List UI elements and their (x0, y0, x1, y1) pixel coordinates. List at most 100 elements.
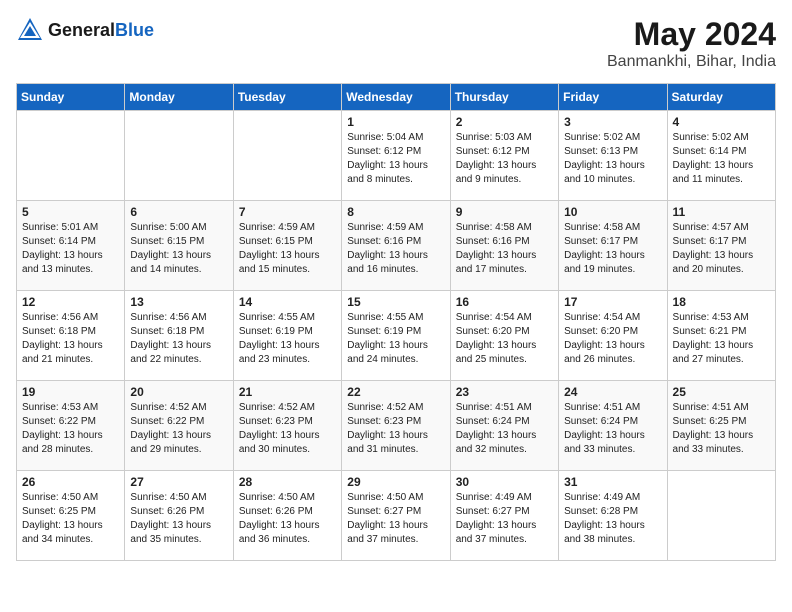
sunset-label: Sunset: 6:12 PM (456, 146, 530, 157)
calendar-cell (667, 471, 775, 561)
calendar-cell (17, 111, 125, 201)
day-number: 28 (239, 475, 336, 489)
sunset-label: Sunset: 6:20 PM (564, 326, 638, 337)
day-number: 13 (130, 295, 227, 309)
sunrise-label: Sunrise: 5:01 AM (22, 222, 98, 233)
daylight-label: Daylight: 13 hours and 10 minutes. (564, 160, 645, 185)
day-number: 18 (673, 295, 770, 309)
day-info: Sunrise: 4:54 AM Sunset: 6:20 PM Dayligh… (564, 311, 661, 367)
sunrise-label: Sunrise: 5:03 AM (456, 132, 532, 143)
sunset-label: Sunset: 6:18 PM (130, 326, 204, 337)
calendar-cell (125, 111, 233, 201)
logo-icon (16, 16, 44, 44)
calendar-cell: 12 Sunrise: 4:56 AM Sunset: 6:18 PM Dayl… (17, 291, 125, 381)
sunrise-label: Sunrise: 5:00 AM (130, 222, 206, 233)
day-info: Sunrise: 4:56 AM Sunset: 6:18 PM Dayligh… (22, 311, 119, 367)
sunrise-label: Sunrise: 4:49 AM (456, 492, 532, 503)
daylight-label: Daylight: 13 hours and 29 minutes. (130, 430, 211, 455)
logo-general: General (48, 20, 115, 40)
daylight-label: Daylight: 13 hours and 25 minutes. (456, 340, 537, 365)
daylight-label: Daylight: 13 hours and 13 minutes. (22, 250, 103, 275)
day-info: Sunrise: 4:49 AM Sunset: 6:27 PM Dayligh… (456, 491, 553, 547)
sunrise-label: Sunrise: 5:04 AM (347, 132, 423, 143)
day-number: 11 (673, 205, 770, 219)
day-info: Sunrise: 4:50 AM Sunset: 6:27 PM Dayligh… (347, 491, 444, 547)
daylight-label: Daylight: 13 hours and 8 minutes. (347, 160, 428, 185)
calendar-table: SundayMondayTuesdayWednesdayThursdayFrid… (16, 83, 776, 561)
day-info: Sunrise: 4:50 AM Sunset: 6:26 PM Dayligh… (130, 491, 227, 547)
sunrise-label: Sunrise: 4:54 AM (564, 312, 640, 323)
daylight-label: Daylight: 13 hours and 21 minutes. (22, 340, 103, 365)
sunrise-label: Sunrise: 4:50 AM (239, 492, 315, 503)
sunrise-label: Sunrise: 4:51 AM (564, 402, 640, 413)
day-number: 25 (673, 385, 770, 399)
daylight-label: Daylight: 13 hours and 17 minutes. (456, 250, 537, 275)
sunrise-label: Sunrise: 4:59 AM (239, 222, 315, 233)
day-number: 19 (22, 385, 119, 399)
day-number: 17 (564, 295, 661, 309)
sunrise-label: Sunrise: 4:53 AM (673, 312, 749, 323)
sunset-label: Sunset: 6:16 PM (456, 236, 530, 247)
calendar-cell: 29 Sunrise: 4:50 AM Sunset: 6:27 PM Dayl… (342, 471, 450, 561)
day-info: Sunrise: 4:50 AM Sunset: 6:26 PM Dayligh… (239, 491, 336, 547)
day-info: Sunrise: 4:58 AM Sunset: 6:17 PM Dayligh… (564, 221, 661, 277)
day-info: Sunrise: 4:59 AM Sunset: 6:16 PM Dayligh… (347, 221, 444, 277)
sunset-label: Sunset: 6:24 PM (456, 416, 530, 427)
calendar-cell: 11 Sunrise: 4:57 AM Sunset: 6:17 PM Dayl… (667, 201, 775, 291)
day-info: Sunrise: 5:04 AM Sunset: 6:12 PM Dayligh… (347, 131, 444, 187)
sunrise-label: Sunrise: 4:59 AM (347, 222, 423, 233)
day-info: Sunrise: 4:50 AM Sunset: 6:25 PM Dayligh… (22, 491, 119, 547)
daylight-label: Daylight: 13 hours and 38 minutes. (564, 520, 645, 545)
calendar-cell: 15 Sunrise: 4:55 AM Sunset: 6:19 PM Dayl… (342, 291, 450, 381)
calendar-cell: 14 Sunrise: 4:55 AM Sunset: 6:19 PM Dayl… (233, 291, 341, 381)
calendar-cell: 1 Sunrise: 5:04 AM Sunset: 6:12 PM Dayli… (342, 111, 450, 201)
daylight-label: Daylight: 13 hours and 31 minutes. (347, 430, 428, 455)
calendar-cell: 10 Sunrise: 4:58 AM Sunset: 6:17 PM Dayl… (559, 201, 667, 291)
sunset-label: Sunset: 6:15 PM (130, 236, 204, 247)
day-number: 10 (564, 205, 661, 219)
calendar-cell: 27 Sunrise: 4:50 AM Sunset: 6:26 PM Dayl… (125, 471, 233, 561)
weekday-header-wednesday: Wednesday (342, 84, 450, 111)
day-number: 16 (456, 295, 553, 309)
weekday-header-thursday: Thursday (450, 84, 558, 111)
daylight-label: Daylight: 13 hours and 14 minutes. (130, 250, 211, 275)
day-info: Sunrise: 4:54 AM Sunset: 6:20 PM Dayligh… (456, 311, 553, 367)
sunset-label: Sunset: 6:25 PM (673, 416, 747, 427)
weekday-header-tuesday: Tuesday (233, 84, 341, 111)
day-number: 26 (22, 475, 119, 489)
day-number: 8 (347, 205, 444, 219)
sunset-label: Sunset: 6:25 PM (22, 506, 96, 517)
sunset-label: Sunset: 6:27 PM (456, 506, 530, 517)
day-info: Sunrise: 5:00 AM Sunset: 6:15 PM Dayligh… (130, 221, 227, 277)
day-number: 3 (564, 115, 661, 129)
sunrise-label: Sunrise: 4:58 AM (456, 222, 532, 233)
calendar-week-5: 26 Sunrise: 4:50 AM Sunset: 6:25 PM Dayl… (17, 471, 776, 561)
sunset-label: Sunset: 6:28 PM (564, 506, 638, 517)
calendar-cell: 8 Sunrise: 4:59 AM Sunset: 6:16 PM Dayli… (342, 201, 450, 291)
sunset-label: Sunset: 6:26 PM (239, 506, 313, 517)
sunrise-label: Sunrise: 5:02 AM (673, 132, 749, 143)
day-number: 12 (22, 295, 119, 309)
day-number: 5 (22, 205, 119, 219)
sunrise-label: Sunrise: 4:58 AM (564, 222, 640, 233)
calendar-cell: 21 Sunrise: 4:52 AM Sunset: 6:23 PM Dayl… (233, 381, 341, 471)
daylight-label: Daylight: 13 hours and 22 minutes. (130, 340, 211, 365)
daylight-label: Daylight: 13 hours and 19 minutes. (564, 250, 645, 275)
daylight-label: Daylight: 13 hours and 9 minutes. (456, 160, 537, 185)
day-info: Sunrise: 4:53 AM Sunset: 6:21 PM Dayligh… (673, 311, 770, 367)
calendar-cell: 3 Sunrise: 5:02 AM Sunset: 6:13 PM Dayli… (559, 111, 667, 201)
daylight-label: Daylight: 13 hours and 37 minutes. (347, 520, 428, 545)
logo-blue: Blue (115, 20, 154, 40)
sunrise-label: Sunrise: 4:50 AM (130, 492, 206, 503)
sunrise-label: Sunrise: 4:55 AM (347, 312, 423, 323)
sunrise-label: Sunrise: 4:51 AM (456, 402, 532, 413)
logo: GeneralBlue (16, 16, 154, 44)
title-section: May 2024 Banmankhi, Bihar, India (607, 16, 776, 71)
sunrise-label: Sunrise: 5:02 AM (564, 132, 640, 143)
calendar-cell: 24 Sunrise: 4:51 AM Sunset: 6:24 PM Dayl… (559, 381, 667, 471)
sunset-label: Sunset: 6:19 PM (347, 326, 421, 337)
sunset-label: Sunset: 6:18 PM (22, 326, 96, 337)
calendar-cell: 25 Sunrise: 4:51 AM Sunset: 6:25 PM Dayl… (667, 381, 775, 471)
daylight-label: Daylight: 13 hours and 11 minutes. (673, 160, 754, 185)
day-number: 4 (673, 115, 770, 129)
